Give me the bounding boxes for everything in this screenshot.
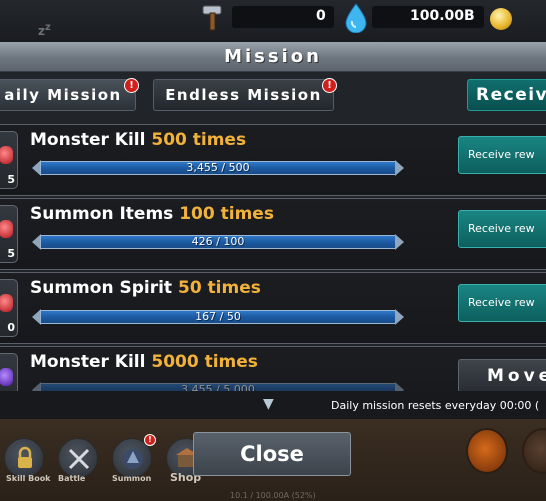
- reset-notice: Daily mission resets everyday 00:00 (: [331, 399, 540, 412]
- mission-title: Monster Kill 500 times: [30, 130, 246, 150]
- right-action-orb-icon[interactable]: [466, 428, 508, 474]
- crossed-swords-icon: [68, 448, 90, 470]
- receive-reward-button[interactable]: Receive rew: [458, 136, 546, 174]
- mission-name: Monster Kill: [30, 130, 146, 150]
- mission-reward-icon: 5: [0, 131, 18, 189]
- progress-text: 167 / 50: [195, 310, 241, 323]
- progress-bar: 426 / 100: [32, 234, 404, 250]
- skill-book-button[interactable]: [4, 438, 44, 478]
- chevron-down-icon[interactable]: ▼: [263, 396, 274, 412]
- ruby-icon: [0, 294, 13, 312]
- progress-bar: 167 / 50: [32, 309, 404, 325]
- mission-reward-icon: 0: [0, 279, 18, 337]
- ruby-icon: [0, 220, 13, 238]
- receive-reward-button[interactable]: Receive rew: [458, 284, 546, 322]
- mission-title: Summon Items 100 times: [30, 204, 274, 224]
- tab-endless-mission[interactable]: Endless Mission: [153, 79, 334, 111]
- summon-label: Summon: [112, 474, 152, 483]
- resource-2-value: 100.00B: [410, 8, 475, 24]
- progress-bar: 3,455 / 500: [32, 160, 404, 176]
- gold-coin-icon: [490, 8, 512, 30]
- receive-all-button[interactable]: Receive: [467, 79, 546, 111]
- skill-book-label: Skill Book: [6, 474, 51, 483]
- receive-reward-button[interactable]: Receive rew: [458, 210, 546, 248]
- close-button[interactable]: Close: [193, 432, 351, 476]
- sleep-icon: zz: [38, 22, 51, 38]
- move-button[interactable]: Move: [458, 359, 546, 393]
- progress-text: 426 / 100: [191, 235, 245, 248]
- tab-daily-label: aily Mission: [4, 86, 122, 104]
- mission-name: Monster Kill: [30, 352, 146, 372]
- hammer-icon: [202, 5, 222, 31]
- lock-icon: [18, 446, 32, 468]
- daily-alert-icon: !: [124, 78, 139, 93]
- diamond-icon: [345, 3, 367, 33]
- mission-reward-icon: 5: [0, 205, 18, 263]
- mission-goal: 500 times: [151, 130, 247, 150]
- reward-count: 5: [7, 173, 15, 186]
- battle-button[interactable]: [58, 438, 98, 478]
- battle-label: Battle: [58, 474, 86, 483]
- mission-name: Summon Spirit: [30, 278, 173, 298]
- tab-daily-mission[interactable]: aily Mission: [0, 79, 136, 111]
- mission-title: Monster Kill 5000 times: [30, 352, 258, 372]
- tab-endless-label: Endless Mission: [165, 86, 322, 104]
- window-title: Mission: [224, 46, 322, 67]
- summon-alert-icon: !: [144, 434, 156, 446]
- mission-goal: 5000 times: [151, 352, 258, 372]
- amethyst-icon: [0, 368, 13, 386]
- mission-name: Summon Items: [30, 204, 174, 224]
- progress-text: 3,455 / 500: [186, 161, 250, 174]
- bottom-progress-text: 10.1 / 100.00A (52%): [230, 491, 316, 500]
- receive-all-label: Receive: [476, 85, 546, 105]
- reward-count: 5: [7, 247, 15, 260]
- mission-title: Summon Spirit 50 times: [30, 278, 261, 298]
- endless-alert-icon: !: [322, 78, 337, 93]
- mission-goal: 100 times: [179, 204, 274, 224]
- reward-count: 0: [7, 321, 15, 334]
- mission-goal: 50 times: [177, 278, 261, 298]
- resource-1-value: 0: [316, 8, 326, 24]
- ruby-icon: [0, 146, 13, 164]
